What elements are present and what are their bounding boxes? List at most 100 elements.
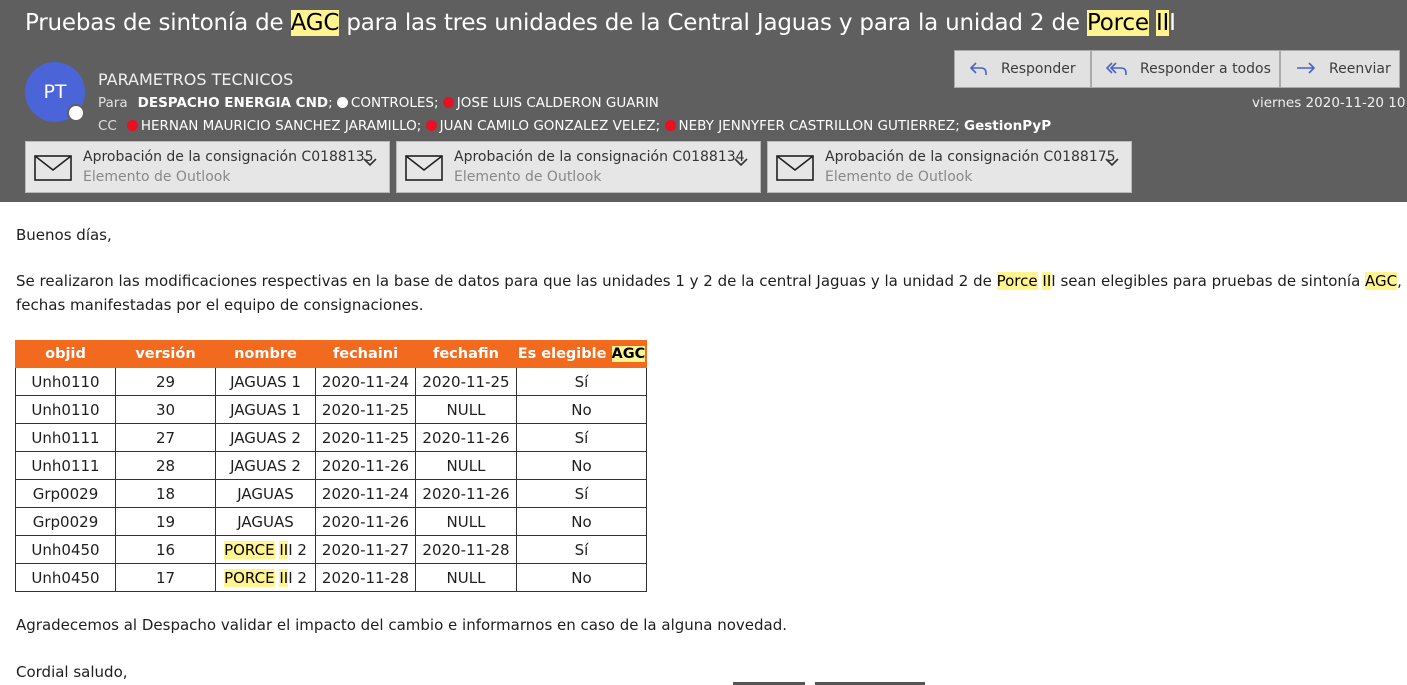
recipient[interactable]: DESPACHO ENERGIA CND: [138, 95, 328, 111]
attachment-1[interactable]: Aprobación de la consignación C0188135 E…: [25, 141, 390, 193]
table-cell: 18: [115, 479, 216, 508]
table-cell: NULL: [415, 563, 517, 592]
recipient-separator: ;: [655, 118, 665, 134]
table-cell: 2020-11-26: [415, 423, 517, 452]
table-cell: Grp0029: [15, 479, 116, 508]
table-row: Unh0450 16 PORCE III 2 2020-11-27 2020-11-28…: [15, 535, 647, 564]
paragraph-segment: Porce: [996, 272, 1038, 290]
table-cell: JAGUAS 2: [215, 423, 316, 452]
to-label: Para: [98, 95, 128, 111]
recipient-name: GestionPyP: [964, 118, 1052, 134]
column-header: fechaini: [315, 340, 416, 368]
table-cell: No: [516, 395, 647, 424]
recipient[interactable]: JUAN CAMILO GONZALEZ VELEZ: [425, 118, 656, 134]
subject-segment: Porce: [1086, 10, 1149, 36]
table-cell: No: [516, 451, 647, 480]
chevron-down-icon[interactable]: [363, 157, 377, 167]
forward-button[interactable]: Reenviar: [1280, 50, 1400, 88]
table-cell: Unh0450: [15, 563, 116, 592]
table-cell: NULL: [415, 507, 517, 536]
table-cell: Grp0029: [15, 507, 116, 536]
to-recipients: DESPACHO ENERGIA CND; CONTROLES; JOSE LU…: [138, 95, 659, 111]
table-cell: Unh0111: [15, 423, 116, 452]
subject-segment: Pruebas de sintonía de: [25, 10, 291, 36]
table-cell: 19: [115, 507, 216, 536]
attachment-2[interactable]: Aprobación de la consignación C0188134 E…: [396, 141, 761, 193]
presence-dot-icon: [442, 97, 454, 108]
table-cell: 2020-11-27: [315, 535, 416, 564]
column-header: fechafin: [415, 340, 517, 368]
table-row: Grp0029 18 JAGUAS 2020-11-24 2020-11-26 Sí: [15, 479, 647, 508]
table-cell: 2020-11-24: [315, 479, 416, 508]
recipient[interactable]: HERNAN MAURICIO SANCHEZ JARAMILLO: [126, 118, 417, 134]
table-cell: No: [516, 563, 647, 592]
elegibility-table: objid versión nombre fechaini fechafin Es ele…: [15, 340, 647, 592]
recipient-name: CONTROLES: [350, 95, 434, 111]
recipient[interactable]: CONTROLES: [336, 95, 434, 111]
table-cell: 28: [115, 451, 216, 480]
attachment-title: Aprobación de la consignación C0188135: [83, 149, 374, 165]
recipient-name: DESPACHO ENERGIA CND: [137, 95, 329, 111]
cell-highlight: PORCE: [224, 540, 275, 559]
body-paragraph-2: Agradecemos al Despacho validar el impac…: [16, 616, 788, 634]
chevron-down-icon[interactable]: [734, 157, 748, 167]
table-body: Unh0110 29 JAGUAS 1 2020-11-24 2020-11-25 Sí U…: [15, 367, 647, 592]
recipient-separator: ;: [328, 95, 337, 111]
table-cell: 2020-11-28: [315, 563, 416, 592]
sender-name[interactable]: PARAMETROS TECNICOS: [98, 70, 293, 89]
recipient-name: HERNAN MAURICIO SANCHEZ JARAMILLO: [140, 118, 417, 134]
recipient[interactable]: GestionPyP: [964, 118, 1051, 134]
reply-all-button[interactable]: Responder a todos: [1091, 50, 1280, 88]
forward-icon: [1297, 62, 1316, 74]
email-subject: Pruebas de sintonía de AGC para las tres…: [25, 10, 1176, 36]
to-line: Para DESPACHO ENERGIA CND; CONTROLES; JOS…: [98, 95, 659, 111]
table-cell: PORCE III 2: [215, 563, 316, 592]
forward-label: Reenviar: [1329, 61, 1391, 77]
attachment-type: Elemento de Outlook: [83, 169, 231, 185]
reply-icon: [969, 62, 987, 75]
attachment-title: Aprobación de la consignación C0188175: [825, 149, 1116, 165]
reply-button[interactable]: Responder: [954, 50, 1091, 88]
recipient-name: JUAN CAMILO GONZALEZ VELEZ: [439, 118, 656, 134]
table-row: Unh0111 28 JAGUAS 2 2020-11-26 NULL No: [15, 451, 647, 480]
presence-dot-icon: [126, 120, 138, 131]
cell-highlight: II: [279, 568, 289, 587]
subject-segment: AGC: [290, 10, 340, 36]
table-cell: Sí: [516, 367, 647, 396]
attachment-3[interactable]: Aprobación de la consignación C0188175 E…: [767, 141, 1132, 193]
paragraph-segment: Se realizaron las modificaciones respect…: [16, 272, 997, 290]
cell-highlight: II: [279, 540, 289, 559]
recipient-name: NEBY JENNYFER CASTRILLON GUTIERREZ: [678, 118, 956, 134]
attachment-type: Elemento de Outlook: [454, 169, 602, 185]
received-date: viernes 2020-11-20 10:1: [1252, 95, 1407, 111]
cc-label: CC: [98, 118, 117, 134]
body-paragraph-1-line-2: fechas manifestadas por el equipo de con…: [16, 296, 424, 314]
body-paragraph-1: Se realizaron las modificaciones respect…: [16, 272, 1407, 290]
table-cell: 2020-11-26: [415, 479, 517, 508]
message-header: Pruebas de sintonía de AGC para las tres…: [0, 0, 1407, 202]
recipient[interactable]: JOSE LUIS CALDERON GUARIN: [442, 95, 659, 111]
table-cell: Unh0450: [15, 535, 116, 564]
presence-dot-icon: [336, 97, 348, 108]
table-cell: Unh0110: [15, 395, 116, 424]
recipient-separator: ;: [416, 118, 426, 134]
table-cell: NULL: [415, 395, 517, 424]
subject-segment: [1149, 10, 1156, 36]
table-row: Grp0029 19 JAGUAS 2020-11-26 NULL No: [15, 507, 647, 536]
table-cell: 27: [115, 423, 216, 452]
recipient[interactable]: NEBY JENNYFER CASTRILLON GUTIERREZ: [664, 118, 956, 134]
presence-status-icon: [67, 104, 85, 122]
presence-dot-icon: [425, 120, 437, 131]
cell-highlight: PORCE: [224, 568, 275, 587]
table-cell: Sí: [516, 535, 647, 564]
chevron-down-icon[interactable]: [1105, 157, 1119, 167]
column-header: versión: [115, 340, 216, 368]
table-cell: Unh0110: [15, 367, 116, 396]
table-cell: PORCE III 2: [215, 535, 316, 564]
table-cell: 2020-11-26: [315, 507, 416, 536]
table-row: Unh0450 17 PORCE III 2 2020-11-28 NULL No: [15, 563, 647, 592]
reply-all-label: Responder a todos: [1140, 61, 1271, 77]
table-cell: 2020-11-25: [415, 367, 517, 396]
recipient-separator: ;: [433, 95, 443, 111]
paragraph-segment: I sean elegibles para pruebas de sintoní…: [1051, 272, 1366, 290]
